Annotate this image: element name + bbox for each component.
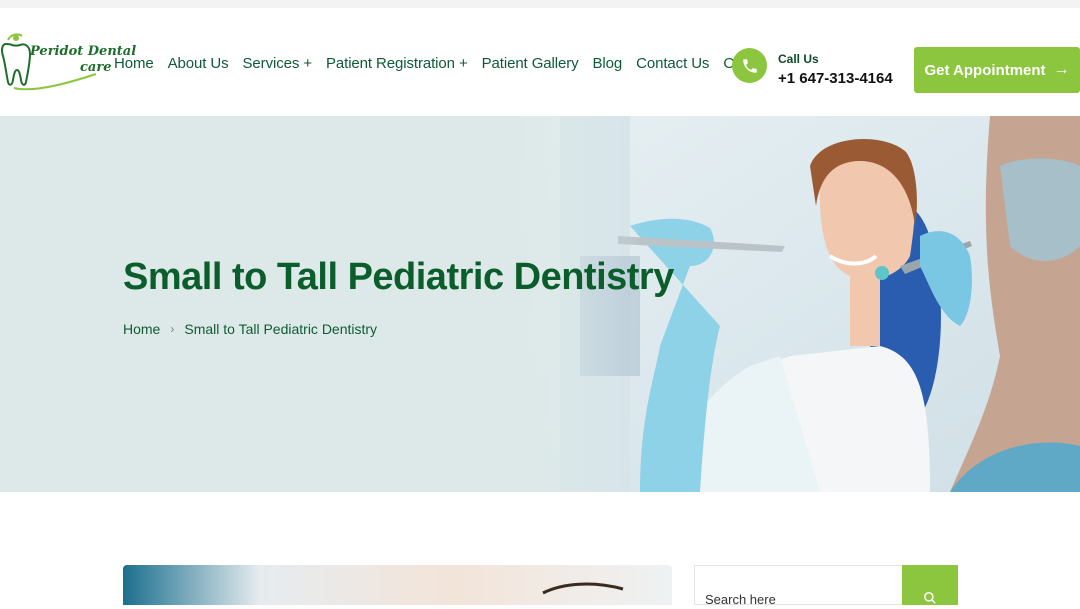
nav-services[interactable]: Services + [243, 55, 313, 72]
search-button[interactable] [902, 565, 958, 605]
nav-home[interactable]: Home [114, 55, 154, 72]
top-strip [0, 0, 1080, 8]
search-input[interactable] [695, 566, 902, 607]
nav-blog[interactable]: Blog [593, 55, 623, 72]
arrow-right-icon: → [1053, 61, 1070, 78]
search-field[interactable] [694, 565, 902, 607]
chevron-right-icon: › [170, 322, 175, 336]
nav-patient-gallery[interactable]: Patient Gallery [482, 55, 579, 72]
nav-patient-registration[interactable]: Patient Registration + [326, 55, 468, 72]
page-title: Small to Tall Pediatric Dentistry [123, 256, 674, 298]
call-us-number[interactable]: +1 647-313-4164 [778, 70, 893, 87]
call-us-label: Call Us [778, 52, 819, 66]
phone-call-button[interactable] [732, 48, 767, 83]
hero-dental-photo [520, 116, 1080, 492]
article-photo [123, 565, 672, 605]
phone-icon [742, 58, 757, 73]
breadcrumb-home-link[interactable]: Home [123, 321, 160, 337]
search-icon [924, 592, 936, 604]
site-header: Peridot Dental care Home About Us Servic… [0, 8, 1080, 116]
nav-about-us[interactable]: About Us [168, 55, 229, 72]
nav-contact-us[interactable]: Contact Us [636, 55, 709, 72]
logo-text-care: care [80, 60, 112, 75]
get-appointment-button[interactable]: Get Appointment → [914, 47, 1080, 93]
hero-banner: Small to Tall Pediatric Dentistry Home ›… [0, 116, 1080, 492]
breadcrumb-current: Small to Tall Pediatric Dentistry [184, 321, 378, 337]
get-appointment-label: Get Appointment [924, 61, 1046, 79]
breadcrumb: Home › Small to Tall Pediatric Dentistry [123, 321, 377, 337]
article-image [123, 565, 672, 605]
main-nav: Home About Us Services + Patient Registr… [114, 52, 770, 74]
